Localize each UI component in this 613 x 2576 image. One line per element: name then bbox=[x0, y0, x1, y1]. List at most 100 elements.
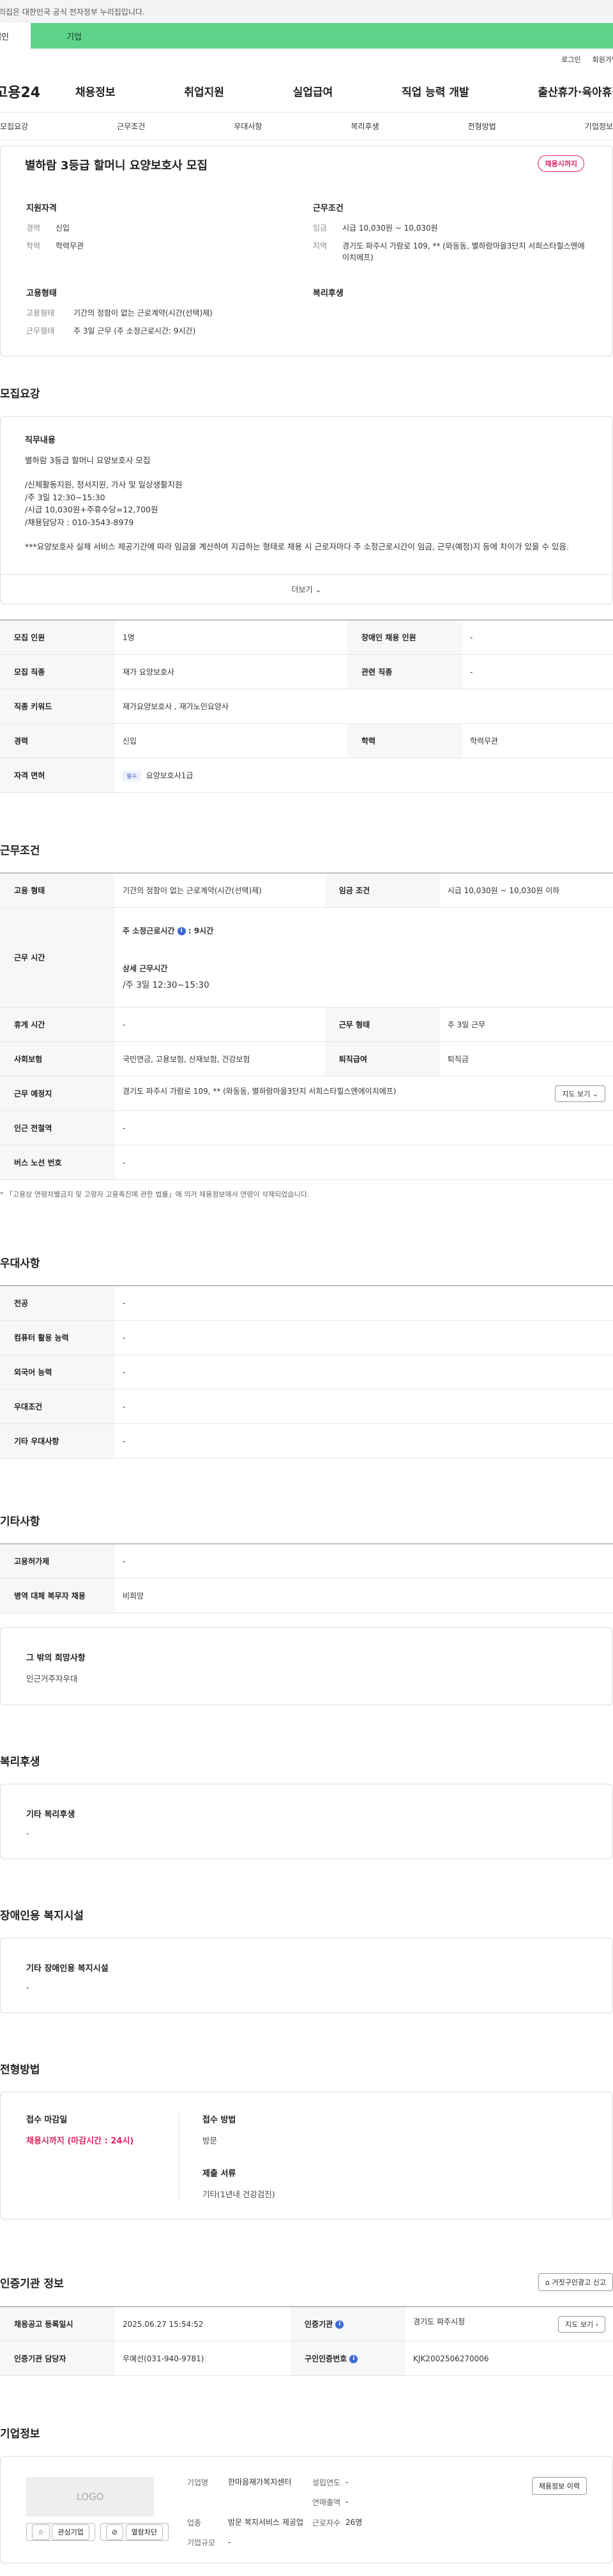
gnb-item-leave[interactable]: 출산휴가·육아휴직 bbox=[538, 83, 613, 99]
gnb-item-jobs[interactable]: 채용정보 bbox=[75, 83, 116, 99]
cell-label: 근무 예정지 bbox=[0, 1076, 115, 1111]
info-label: 연매출액 bbox=[312, 2498, 341, 2508]
job-title: 별하람 3등급 할머니 요양보호사 모집 bbox=[25, 159, 208, 172]
cell-value: - bbox=[115, 1423, 613, 1459]
cell-value: 경기도 파주시청 지도 보기 › bbox=[405, 2306, 613, 2342]
table-row: 고용 형태 기간의 정함이 없는 근로계약(시간(선택)제) 임금 조건 시급 … bbox=[0, 873, 613, 908]
cell-value: 학력무관 bbox=[462, 723, 613, 758]
info-icon[interactable]: i bbox=[335, 2320, 344, 2329]
workcond-section: 근무조건 고용 형태 기간의 정함이 없는 근로계약(시간(선택)제) 임금 조… bbox=[0, 841, 613, 1199]
employment-title: 고용형태 bbox=[26, 289, 57, 298]
signup-link[interactable]: 회원가입 bbox=[593, 54, 613, 65]
cell-label: 버스 노선 번호 bbox=[0, 1145, 115, 1180]
subnav-recruit[interactable]: 모집요강 bbox=[0, 121, 28, 132]
cell-label: 인증기관 i bbox=[291, 2306, 406, 2342]
info-value: - bbox=[345, 2497, 349, 2507]
recruit-title: 모집요강 bbox=[0, 388, 40, 401]
cell-value: 기간의 정함이 없는 근로계약(시간(선택)제) bbox=[115, 873, 325, 908]
etc-table: 고용허가제 - 병역 대체 복무자 채용 비희망 bbox=[0, 1544, 613, 1613]
deadline-badge: 채용시까지 bbox=[538, 155, 584, 172]
cert-table: 채용공고 등록일시 2025.06.27 15:54:52 인증기관 i 경기도… bbox=[0, 2306, 613, 2376]
subnav-welfare[interactable]: 복리후생 bbox=[351, 121, 379, 132]
subnav-pref[interactable]: 우대사항 bbox=[234, 121, 262, 132]
subnav-workcond[interactable]: 근무조건 bbox=[117, 121, 145, 132]
cell-label: 자격 면허 bbox=[0, 758, 115, 793]
disabled-section-title: 장애인용 복지시설 bbox=[0, 1910, 84, 1922]
cell-label: 퇴직급여 bbox=[324, 1041, 440, 1077]
cell-value: 주 소정근로시간 i : 9시간 상세 근무시간 /주 3일 12:30~15:… bbox=[115, 907, 613, 1008]
company-card: LOGO ☆ 관심기업 ⊘ 열람차단 기업명 한마음재가복지센터 설립연도 - … bbox=[0, 2456, 613, 2563]
license-value: 요양보호사1급 bbox=[146, 770, 193, 780]
welfare-box-title: 기타 복리후생 bbox=[26, 1810, 75, 1820]
gov-banner: 이 누리집은 대한민국 공식 전자정부 누리집입니다. bbox=[0, 0, 613, 23]
tab-personal[interactable]: 개인 bbox=[0, 23, 31, 49]
login-link[interactable]: 로그인 bbox=[561, 54, 580, 65]
cell-label: 외국어 능력 bbox=[0, 1354, 115, 1390]
qualification-block: 지원자격 경력 신입 학력 학력무관 bbox=[26, 201, 300, 270]
section-subnav: 모집요강 근무조건 우대사항 복리후생 전형방법 기업정보 bbox=[0, 112, 613, 141]
info-icon[interactable]: i bbox=[349, 2355, 358, 2363]
desc-line bbox=[25, 466, 588, 479]
info-label: 기업규모 bbox=[187, 2538, 216, 2548]
info-icon[interactable]: i bbox=[177, 926, 186, 935]
region-label: 지역 bbox=[313, 241, 328, 250]
cell-label: 병역 대체 복무자 채용 bbox=[0, 1578, 115, 1613]
company-title: 기업정보 bbox=[0, 2428, 40, 2441]
desc-line: ***요양보호사 실제 서비스 제공기간에 따라 임금을 계산하여 지급하는 형… bbox=[25, 541, 569, 551]
table-row: 기타 우대사항 - bbox=[0, 1423, 613, 1459]
favorite-company-button[interactable]: ☆ 관심기업 bbox=[26, 2523, 95, 2541]
region-value: 경기도 파주시 가람로 109, ** (와동동, 별하람마을3단지 서희스타힐… bbox=[342, 241, 585, 262]
info-value: 26명 bbox=[345, 2517, 363, 2527]
etc-title: 기타사항 bbox=[0, 1515, 40, 1528]
subnav-company[interactable]: 기업정보 bbox=[585, 121, 613, 132]
table-row: 버스 노선 번호 - bbox=[0, 1145, 613, 1180]
usertype-tabs: 개인 기업 bbox=[0, 23, 613, 49]
site-logo[interactable]: 고용24 bbox=[0, 81, 75, 102]
welfare-section-title: 복리후생 bbox=[0, 1756, 40, 1768]
job-summary-card: 별하람 3등급 할머니 요양보호사 모집 채용시까지 지원자격 경력 신입 학력 학… bbox=[0, 146, 613, 356]
cell-label: 기타 우대사항 bbox=[0, 1423, 115, 1459]
weekly-hours-value: : 9시간 bbox=[188, 926, 214, 935]
table-row: 모집 인원 1명 장애인 채용 인원 - bbox=[0, 620, 613, 655]
deadline-block: 접수 마감일 채용시까지 (마감시간 : 24시) bbox=[26, 2113, 179, 2200]
selection-section: 전형방법 접수 마감일 채용시까지 (마감시간 : 24시) 접수 방법 방문 … bbox=[0, 2060, 613, 2220]
deadline-value: 채용시까지 (마감시간 : 24시) bbox=[26, 2136, 134, 2146]
cell-value: - bbox=[462, 620, 613, 655]
cell-label: 채용공고 등록일시 bbox=[0, 2306, 115, 2342]
cert-section: 인증기관 정보 ⌂ 거짓구인광고 신고 채용공고 등록일시 2025.06.27… bbox=[0, 2273, 613, 2376]
cell-value: 퇴직금 bbox=[439, 1041, 613, 1077]
cell-label: 전공 bbox=[0, 1285, 115, 1321]
info-value: 방문 복지서비스 제공업 bbox=[228, 2517, 304, 2527]
required-chip: 필수 bbox=[123, 770, 141, 781]
report-fake-ad-button[interactable]: ⌂ 거짓구인광고 신고 bbox=[538, 2273, 613, 2291]
table-row: 직종 키워드 재가요양보호사 , 재가노인요양사 bbox=[0, 689, 613, 724]
gnb-item-support[interactable]: 취업지원 bbox=[184, 83, 224, 99]
job-description-text: 별하람 3등급 할머니 요양보호사 모집 /신체활동지원, 정서지원, 가사 및… bbox=[25, 454, 588, 574]
wage-label: 임금 bbox=[313, 224, 328, 233]
cell-value: 필수 요양보호사1급 bbox=[115, 758, 613, 793]
cell-label: 장애인 채용 인원 bbox=[347, 620, 462, 655]
cell-value: - bbox=[462, 654, 613, 689]
tab-company[interactable]: 기업 bbox=[31, 23, 613, 49]
gnb-item-unemployment[interactable]: 실업급여 bbox=[293, 83, 333, 99]
info-label: 기업명 bbox=[187, 2478, 209, 2487]
block-company-button[interactable]: ⊘ 열람차단 bbox=[100, 2523, 169, 2541]
info-value: 한마음재가복지센터 bbox=[228, 2478, 292, 2487]
table-row: 경력 신입 학력 학력무관 bbox=[0, 723, 613, 758]
table-row: 외국어 능력 - bbox=[0, 1354, 613, 1390]
hiring-history-button[interactable]: 채용정보 이력 bbox=[531, 2477, 587, 2495]
workcond-table: 고용 형태 기간의 정함이 없는 근로계약(시간(선택)제) 임금 조건 시급 … bbox=[0, 873, 613, 1180]
desc-line: /주 3일 12:30~15:30 bbox=[25, 492, 105, 502]
more-button[interactable]: 더보기 ⌄ bbox=[1, 574, 612, 604]
career-label: 경력 bbox=[26, 224, 41, 233]
cell-value: - bbox=[115, 1544, 613, 1579]
cert-map-button[interactable]: 지도 보기 › bbox=[558, 2315, 605, 2333]
home-icon: ⌂ bbox=[545, 2278, 550, 2287]
career-value: 신입 bbox=[56, 224, 70, 233]
subnav-selection[interactable]: 전형방법 bbox=[468, 121, 496, 132]
qualification-title: 지원자격 bbox=[26, 204, 57, 213]
pref-section: 우대사항 전공 - 컴퓨터 활용 능력 - 외국어 능력 - 우대조건 - 기타 우대사… bbox=[0, 1254, 613, 1459]
pref-title: 우대사항 bbox=[0, 1257, 40, 1270]
gnb-item-training[interactable]: 직업 능력 개발 bbox=[402, 83, 469, 99]
map-view-button[interactable]: 지도 보기 ⌄ bbox=[555, 1085, 605, 1102]
